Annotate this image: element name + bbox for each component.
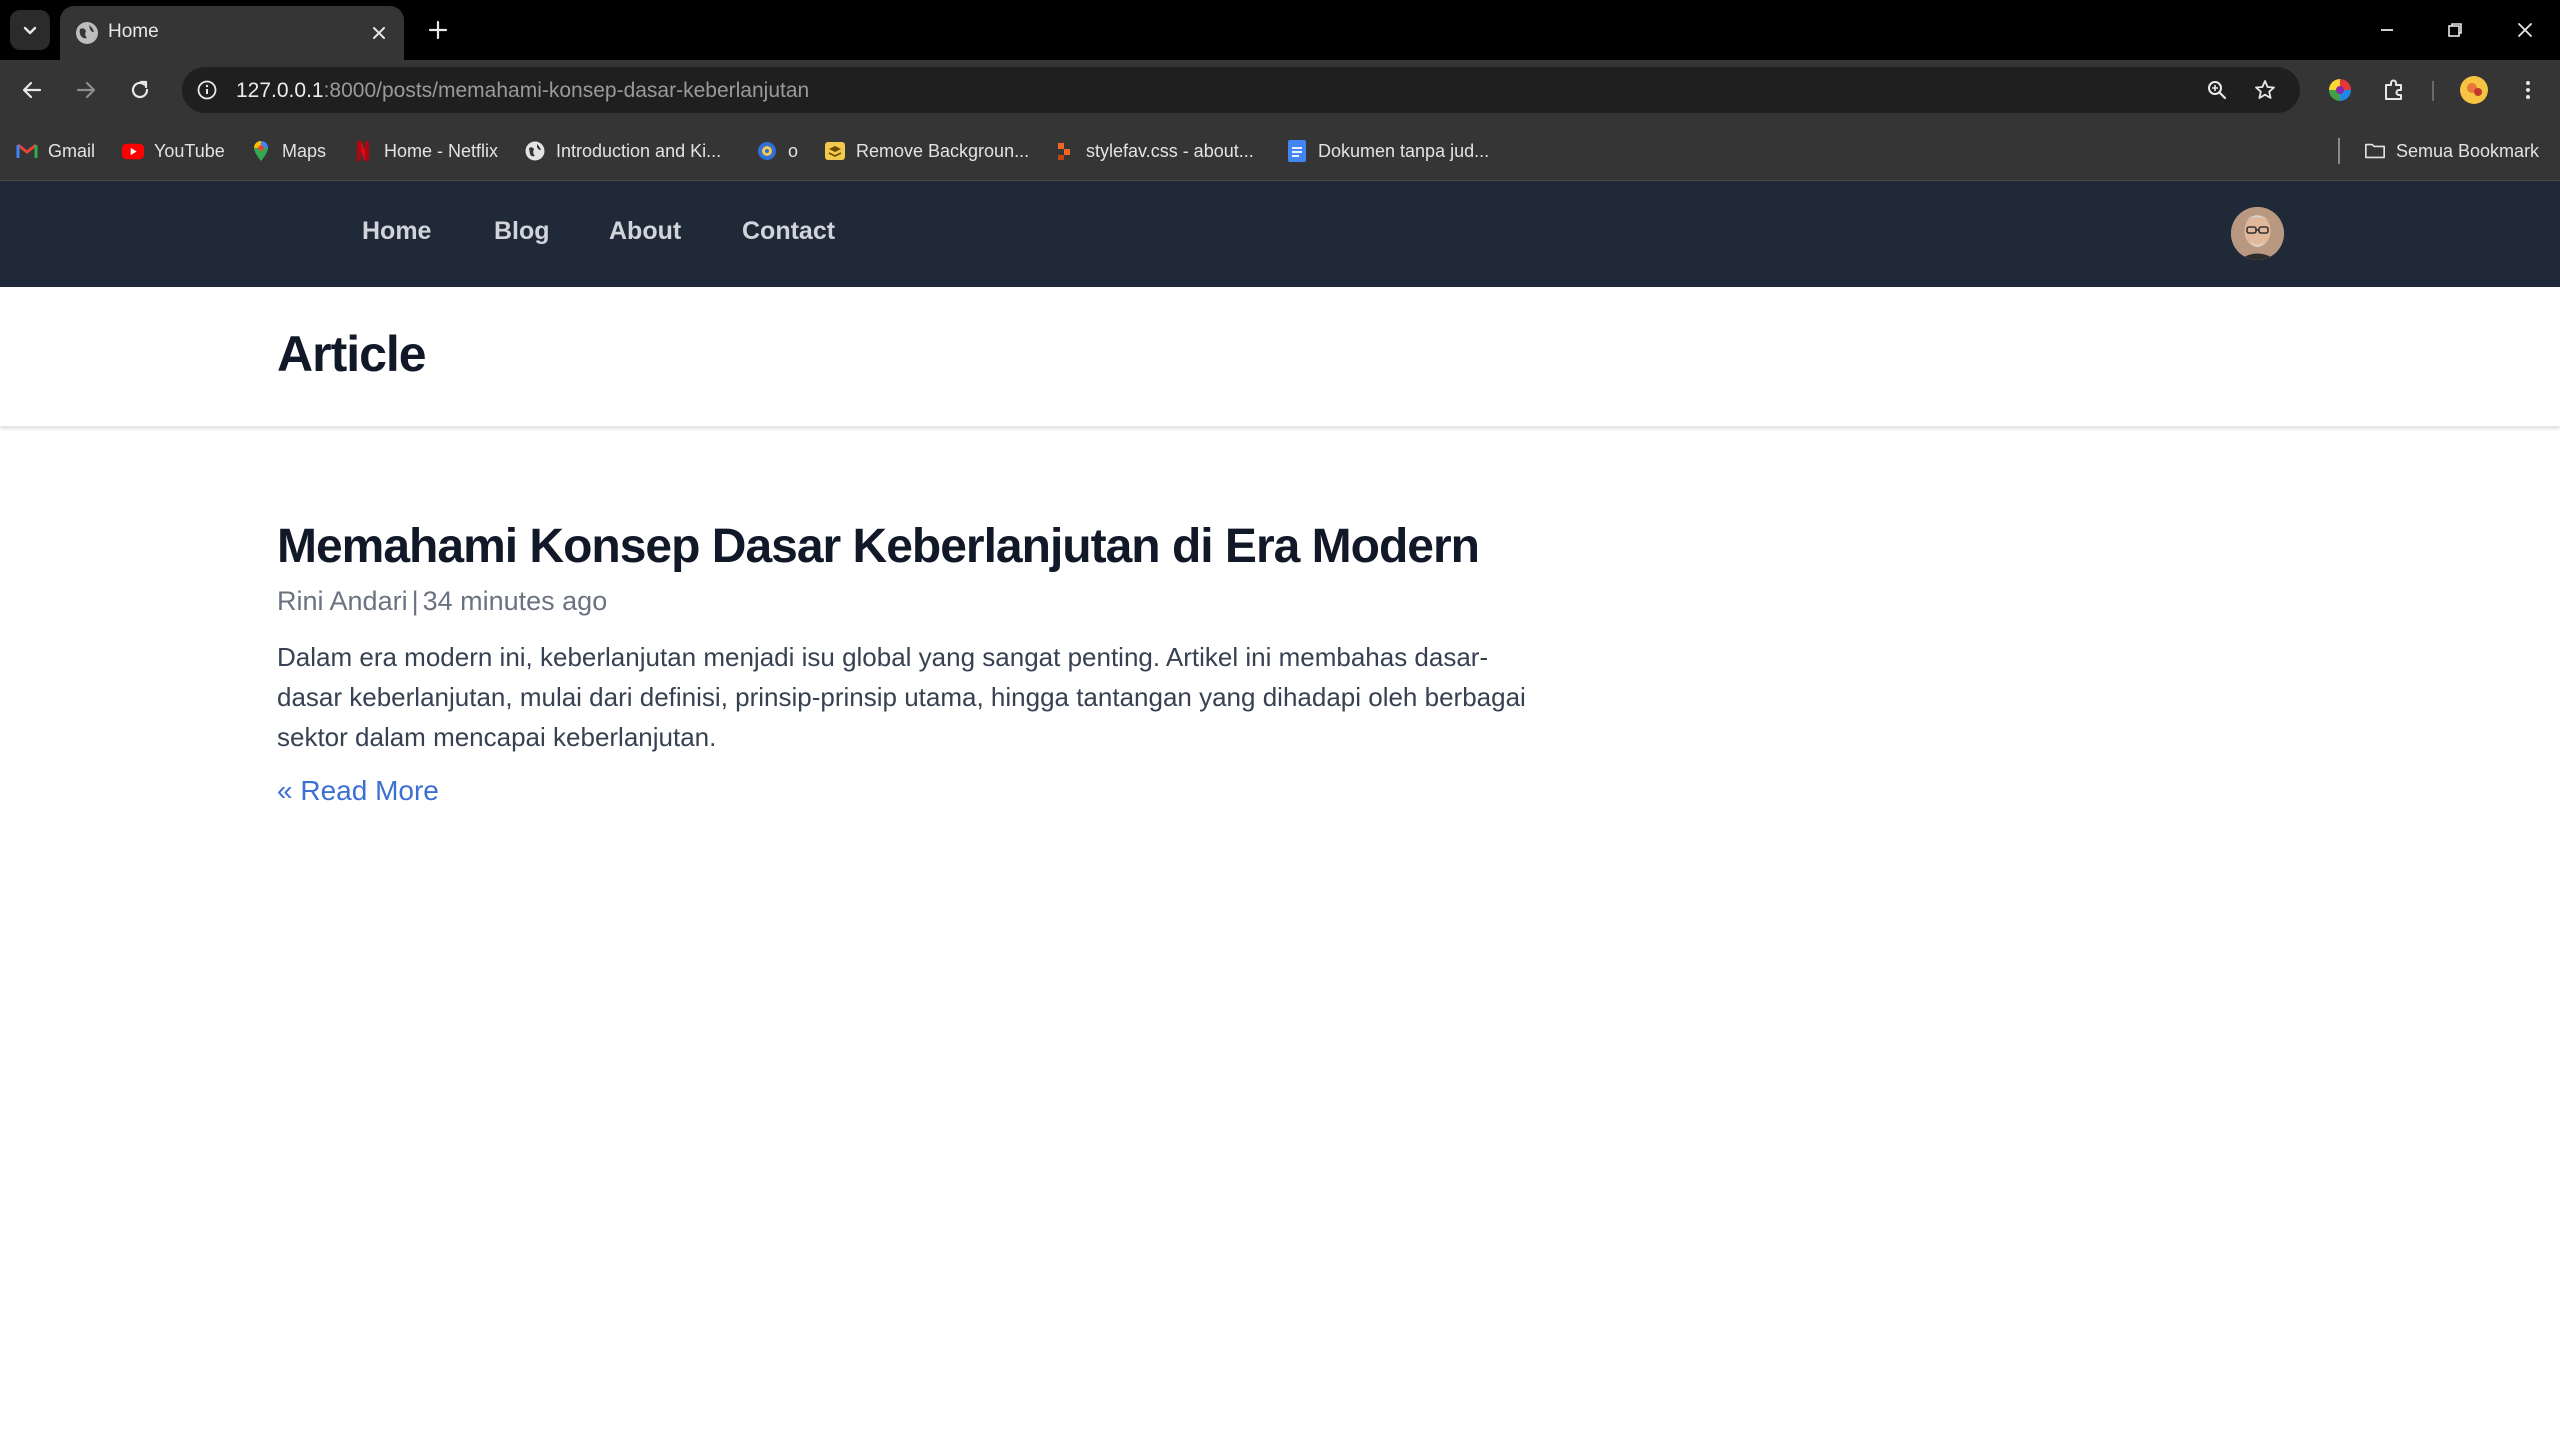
all-bookmarks-label: Semua Bookmark <box>2396 140 2540 161</box>
article-author: Rini Andari <box>277 586 408 617</box>
close-icon <box>2518 23 2532 37</box>
web-page: Home Blog About Contact Article Memahami… <box>0 181 2560 1440</box>
site-info-button[interactable] <box>192 75 222 105</box>
folder-icon <box>2364 140 2386 162</box>
bookmark-netflix[interactable]: Home - Netflix <box>352 136 498 166</box>
bookmarks-divider <box>2338 138 2340 164</box>
tab-search-button[interactable] <box>10 10 50 50</box>
bookmark-label: Gmail <box>48 140 96 161</box>
bookmarks-bar: Gmail YouTube Maps Home - Netflix Introd… <box>0 120 2560 181</box>
extensions-button[interactable] <box>2374 70 2414 110</box>
restore-icon <box>2448 23 2462 37</box>
remove-bg-icon <box>824 140 846 162</box>
arrow-right-icon <box>76 81 96 99</box>
nav-link-contact[interactable]: Contact <box>742 217 835 246</box>
bookmark-label: stylefav.css - about... <box>1086 140 1254 161</box>
info-icon <box>197 80 217 100</box>
bookmark-introduction[interactable]: Introduction and Ki... <box>524 136 721 166</box>
more-vertical-icon <box>2526 81 2530 99</box>
site-icon <box>756 140 778 162</box>
bookmark-label: YouTube <box>154 140 225 161</box>
youtube-icon <box>122 140 144 162</box>
puzzle-icon <box>2385 79 2402 100</box>
bookmark-label: Maps <box>282 140 327 161</box>
url-host: 127.0.0.1 <box>236 79 324 102</box>
profile-avatar-icon <box>2460 76 2488 104</box>
netflix-icon <box>352 140 374 162</box>
bookmark-dokumen[interactable]: Dokumen tanpa jud... <box>1286 136 1489 166</box>
forward-button[interactable] <box>66 70 106 110</box>
article-title: Memahami Konsep Dasar Keberlanjutan di E… <box>277 520 1480 573</box>
nav-link-home[interactable]: Home <box>362 217 431 246</box>
bookmark-stylefav[interactable]: stylefav.css - about... <box>1054 136 1254 166</box>
read-more-link[interactable]: « Read More <box>277 775 439 807</box>
bookmark-label: Home - Netflix <box>384 140 499 161</box>
bookmark-label: Remove Backgroun... <box>856 140 1030 161</box>
tab-strip: Home <box>0 0 2560 60</box>
profile-button[interactable] <box>2454 70 2494 110</box>
zoom-icon <box>2208 81 2227 100</box>
site-navbar: Home Blog About Contact <box>0 181 2560 287</box>
code-icon <box>1054 140 1076 162</box>
nav-link-about[interactable]: About <box>609 217 681 246</box>
close-tab-button[interactable] <box>364 18 394 48</box>
color-wheel-icon <box>2329 79 2351 101</box>
nav-link-blog[interactable]: Blog <box>494 217 550 246</box>
reload-button[interactable] <box>120 70 160 110</box>
article-excerpt: Dalam era modern ini, keberlanjutan menj… <box>277 642 1526 753</box>
browser-toolbar: 127.0.0.1:8000/posts/memahami-konsep-das… <box>0 60 2560 120</box>
docs-icon <box>1286 140 1308 162</box>
toolbar-divider <box>2432 81 2434 101</box>
page-title: Article <box>277 326 427 382</box>
user-avatar-button[interactable] <box>2231 207 2284 260</box>
all-bookmarks-button[interactable]: Semua Bookmark <box>2364 136 2539 166</box>
active-tab[interactable]: Home <box>60 6 404 60</box>
zoom-button[interactable] <box>2202 75 2232 105</box>
article-card: Memahami Konsep Dasar Keberlanjutan di E… <box>277 519 1527 807</box>
new-tab-button[interactable] <box>418 10 458 50</box>
back-button[interactable] <box>12 70 52 110</box>
bookmark-label: o <box>788 140 799 161</box>
bookmark-remove-bg[interactable]: Remove Backgroun... <box>824 136 1029 166</box>
meta-separator: | <box>411 586 419 617</box>
arrow-left-icon <box>22 81 42 99</box>
minimize-button[interactable] <box>2360 8 2414 52</box>
article-time: 34 minutes ago <box>422 586 608 617</box>
bookmark-o[interactable]: o <box>756 136 798 166</box>
avatar <box>2231 207 2284 260</box>
bookmark-label: Dokumen tanpa jud... <box>1318 140 1490 161</box>
globe-icon <box>76 22 98 44</box>
bookmark-label: Introduction and Ki... <box>556 140 722 161</box>
plus-icon <box>428 20 448 40</box>
reload-icon <box>131 80 149 99</box>
bookmark-star-button[interactable] <box>2250 75 2280 105</box>
address-bar[interactable]: 127.0.0.1:8000/posts/memahami-konsep-das… <box>182 67 2300 113</box>
browser-menu-button[interactable] <box>2508 70 2548 110</box>
star-icon <box>2255 80 2275 99</box>
bookmark-gmail[interactable]: Gmail <box>16 136 95 166</box>
bookmark-youtube[interactable]: YouTube <box>122 136 225 166</box>
restore-button[interactable] <box>2428 8 2482 52</box>
chevron-down-icon <box>23 26 37 35</box>
close-window-button[interactable] <box>2498 8 2552 52</box>
bookmark-maps[interactable]: Maps <box>250 136 326 166</box>
url-path: :8000/posts/memahami-konsep-dasar-keberl… <box>323 79 810 102</box>
tab-title: Home <box>108 21 159 42</box>
gmail-icon <box>16 140 38 162</box>
maps-icon <box>250 140 272 162</box>
url-text[interactable]: 127.0.0.1:8000/posts/memahami-konsep-das… <box>236 79 809 103</box>
article-meta: Rini Andari | 34 minutes ago <box>277 586 1527 617</box>
color-extension-button[interactable] <box>2320 70 2360 110</box>
globe-icon <box>524 140 546 162</box>
page-header: Article <box>0 287 2560 427</box>
minimize-icon <box>2381 29 2393 31</box>
close-icon <box>373 27 385 39</box>
